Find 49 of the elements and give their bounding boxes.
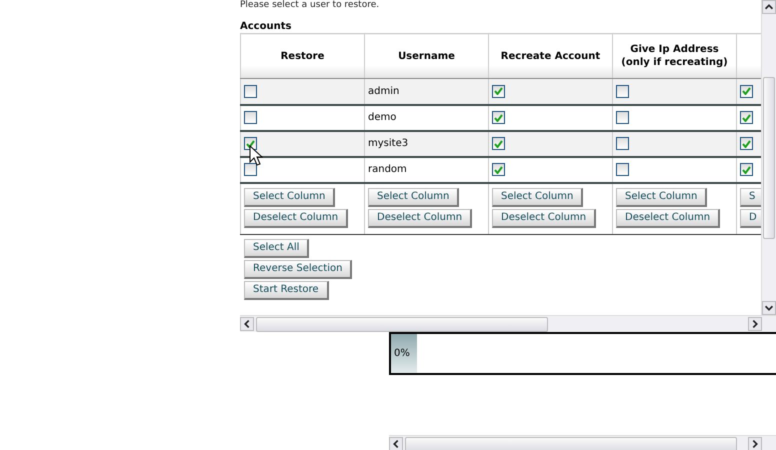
horizontal-scrollbar[interactable] xyxy=(240,315,776,332)
checkbox[interactable] xyxy=(740,137,753,150)
checkbox[interactable] xyxy=(244,84,257,98)
section-title: Accounts xyxy=(240,20,292,33)
deselect-column-button[interactable]: D xyxy=(740,208,761,228)
select-column-button[interactable]: Select Column xyxy=(616,188,708,206)
column-header: Username xyxy=(364,34,488,78)
select-column-button[interactable]: S xyxy=(740,188,761,206)
column-header: Give Ip Address (only if recreating) xyxy=(612,34,736,78)
select-column-button[interactable]: Select Column xyxy=(492,188,584,206)
checkbox[interactable] xyxy=(616,137,629,150)
checkbox[interactable] xyxy=(492,163,505,176)
checkbox[interactable] xyxy=(740,84,753,98)
checkbox[interactable] xyxy=(492,111,505,124)
username-text: mysite3 xyxy=(368,138,408,149)
column-header: Restore xyxy=(240,34,364,78)
deselect-column-button[interactable]: Deselect Column xyxy=(368,208,472,228)
scroll-down-icon[interactable] xyxy=(762,301,776,315)
checkbox[interactable] xyxy=(616,111,629,124)
horizontal-scrollbar[interactable] xyxy=(389,435,776,450)
checkbox[interactable] xyxy=(492,137,505,150)
scroll-left-icon[interactable] xyxy=(389,437,403,450)
deselect-column-button[interactable]: Deselect Column xyxy=(616,208,720,228)
progress-reading: 0% xyxy=(394,348,410,359)
scroll-up-icon[interactable] xyxy=(762,0,776,14)
checkbox[interactable] xyxy=(740,111,753,124)
username-text: random xyxy=(368,164,407,175)
checkbox[interactable] xyxy=(244,163,257,176)
checkbox[interactable] xyxy=(740,163,753,176)
vertical-scrollbar[interactable] xyxy=(761,0,776,315)
select-column-button[interactable]: Select Column xyxy=(244,188,336,206)
scroll-right-icon[interactable] xyxy=(748,317,762,331)
checkbox[interactable] xyxy=(616,84,629,98)
username-text: demo xyxy=(368,112,396,123)
checkbox[interactable] xyxy=(244,137,257,150)
checkbox[interactable] xyxy=(492,84,505,98)
action-button[interactable]: Start Restore xyxy=(244,280,329,300)
instruction-text: Please select a user to restore. xyxy=(240,0,380,10)
scroll-right-icon[interactable] xyxy=(748,437,762,450)
username-text: admin xyxy=(368,86,400,97)
action-button[interactable]: Reverse Selection xyxy=(244,260,352,278)
scroll-left-icon[interactable] xyxy=(240,317,254,331)
checkbox[interactable] xyxy=(616,163,629,176)
column-header: Recreate Account xyxy=(488,34,612,78)
select-column-button[interactable]: Select Column xyxy=(368,188,460,206)
deselect-column-button[interactable]: Deselect Column xyxy=(492,208,596,228)
action-button[interactable]: Select All xyxy=(244,238,310,258)
checkbox[interactable] xyxy=(244,111,257,124)
deselect-column-button[interactable]: Deselect Column xyxy=(244,208,348,228)
